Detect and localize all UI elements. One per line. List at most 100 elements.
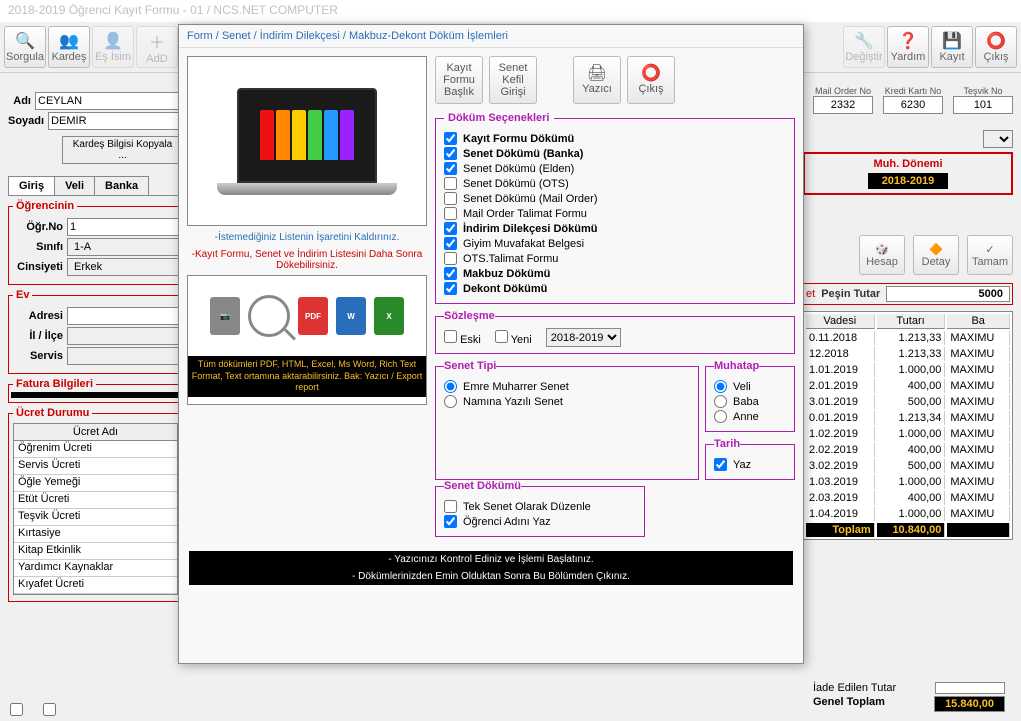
ucret-list: Ücret Adı Öğrenim ÜcretiServis ÜcretiÖğl… [13,423,178,595]
ev-legend: Ev [13,289,32,301]
tarih-legend: Tarih [714,438,740,450]
instruction-1: - Yazıcınızı Kontrol Ediniz ve İşlemi Ba… [189,551,793,568]
modal-cikis-button[interactable]: ⭕Çıkış [627,56,675,104]
sorgula-button[interactable]: 🔍Sorgula [4,26,46,68]
add-button[interactable]: ＋AdD [136,26,178,68]
bottom-check-1[interactable] [10,703,23,716]
dokum-check[interactable] [444,162,457,175]
ucret-group: Ücret Durumu Ücret Adı Öğrenim ÜcretiSer… [8,407,183,602]
dokum-check[interactable] [444,132,457,145]
kayit-button[interactable]: 💾Kayıt [931,26,973,68]
yardim-button[interactable]: ❓Yardım [887,26,929,68]
ucret-item[interactable]: Yardımcı Kaynaklar [14,560,177,577]
senet-tipi-namina-radio[interactable] [444,395,457,408]
es-isim-button[interactable]: 👤Eş İsim [92,26,134,68]
dokum-check[interactable] [444,207,457,220]
dokum-label: Mail Order Talimat Formu [463,208,587,220]
ogrno-label: Öğr.No [13,221,63,233]
dokum-label: Senet Dökümü (Mail Order) [463,193,598,205]
left-panel: Adı Soyadı Kardeş Bilgisi Kopyala ... Gi… [8,90,183,606]
table-row[interactable]: 2.03.2019400,00MAXIMU [806,491,1010,505]
servis-label: Servis [13,350,63,362]
dokum-check[interactable] [444,147,457,160]
cinsiyeti-label: Cinsiyeti [13,261,63,273]
degistir-button[interactable]: 🔧Değiştir [843,26,885,68]
kardes-kopyala-button[interactable]: Kardeş Bilgisi Kopyala ... [62,136,183,164]
table-row[interactable]: 12.20181.213,33MAXIMU [806,347,1010,361]
tesvik-input[interactable] [953,96,1013,114]
soyadi-input[interactable] [48,112,196,130]
tab-banka[interactable]: Banka [94,176,149,195]
dokum-check[interactable] [444,267,457,280]
kardes-button[interactable]: 👥Kardeş [48,26,90,68]
eski-check[interactable] [444,330,457,343]
print-options-dialog: Form / Senet / İndirim Dilekçesi / Makbu… [178,24,804,664]
dokum-check[interactable] [444,237,457,250]
table-row[interactable]: 1.03.20191.000,00MAXIMU [806,475,1010,489]
dokum-check[interactable] [444,222,457,235]
ucret-item[interactable]: Etüt Ücreti [14,492,177,509]
muhatap-baba-radio[interactable] [714,395,727,408]
table-row[interactable]: 1.02.20191.000,00MAXIMU [806,427,1010,441]
col-vadesi[interactable]: Vadesi [806,314,875,329]
dokum-check[interactable] [444,282,457,295]
eski-label: Eski [460,334,481,346]
table-row[interactable]: 1.04.20191.000,00MAXIMU [806,507,1010,521]
mailorder-input[interactable] [813,96,873,114]
tek-senet-check[interactable] [444,500,457,513]
table-row[interactable]: 3.01.2019500,00MAXIMU [806,395,1010,409]
kredi-input[interactable] [883,96,943,114]
senet-dokumu-group: Senet Dökümü Tek Senet Olarak Düzenle Öğ… [435,480,645,537]
dokum-check[interactable] [444,192,457,205]
tabs: Giriş Veli Banka [8,176,183,196]
fatura-group: Fatura Bilgileri [8,378,183,403]
bottom-check-2[interactable] [43,703,56,716]
table-row[interactable]: 0.01.20191.213,34MAXIMU [806,411,1010,425]
table-row[interactable]: 0.11.20181.213,33MAXIMU [806,331,1010,345]
table-row[interactable]: 3.02.2019500,00MAXIMU [806,459,1010,473]
instruction-2: - Dökümlerinizden Emin Olduktan Sonra Bu… [189,568,793,585]
ucret-item[interactable]: Kırtasiye [14,526,177,543]
table-row[interactable]: 2.01.2019400,00MAXIMU [806,379,1010,393]
dokum-label: Senet Dökümü (Banka) [463,148,583,160]
tamam-button[interactable]: ✓Tamam [967,235,1013,275]
yaz-check[interactable] [714,458,727,471]
unknown-select[interactable] [983,130,1013,148]
adi-input[interactable] [35,92,183,110]
donem-select[interactable]: 2018-2019 [546,328,621,347]
hesap-button[interactable]: 🎲Hesap [859,235,905,275]
kayit-formu-baslik-button[interactable]: KayıtFormuBaşlık [435,56,483,104]
ucret-item[interactable]: Öğrenim Ücreti [14,441,177,458]
table-row[interactable]: 2.02.2019400,00MAXIMU [806,443,1010,457]
detay-button[interactable]: 🔶Detay [913,235,959,275]
dokum-label: İndirim Dilekçesi Dökümü [463,223,597,235]
ucret-item[interactable]: Teşvik Ücreti [14,509,177,526]
pdf-icon: PDF [298,297,328,335]
ucret-legend: Ücret Durumu [13,407,92,419]
dokum-legend: Döküm Seçenekleri [444,112,554,124]
person-icon: 👤 [103,31,123,51]
ucret-item[interactable]: Öğle Yemeği [14,475,177,492]
table-row[interactable]: 1.01.20191.000,00MAXIMU [806,363,1010,377]
cikis-button[interactable]: ⭕Çıkış [975,26,1017,68]
tab-giris[interactable]: Giriş [8,176,55,195]
ogrenci-adini-check[interactable] [444,515,457,528]
senet-tipi-emre-radio[interactable] [444,380,457,393]
dokum-check[interactable] [444,177,457,190]
senet-kefil-girisi-button[interactable]: SenetKefilGirişi [489,56,537,104]
col-tutari[interactable]: Tutarı [877,314,946,329]
ucret-item[interactable]: Kitap Etkinlik [14,543,177,560]
dokum-label: Kayıt Formu Dökümü [463,133,574,145]
muhatap-veli-radio[interactable] [714,380,727,393]
ucret-item[interactable]: Servis Ücreti [14,458,177,475]
col-banka[interactable]: Ba [947,314,1010,329]
muhatap-anne-radio[interactable] [714,410,727,423]
yazici-button[interactable]: 🖨Yazıcı [573,56,621,104]
kredi-label: Kredi Kartı No [885,86,942,96]
word-icon: W [336,297,366,335]
ucret-item[interactable]: Kıyafet Ücreti [14,577,177,594]
dokum-check[interactable] [444,252,457,265]
tab-veli[interactable]: Veli [54,176,95,195]
yeni-check[interactable] [495,330,508,343]
siblings-icon: 👥 [59,31,79,51]
